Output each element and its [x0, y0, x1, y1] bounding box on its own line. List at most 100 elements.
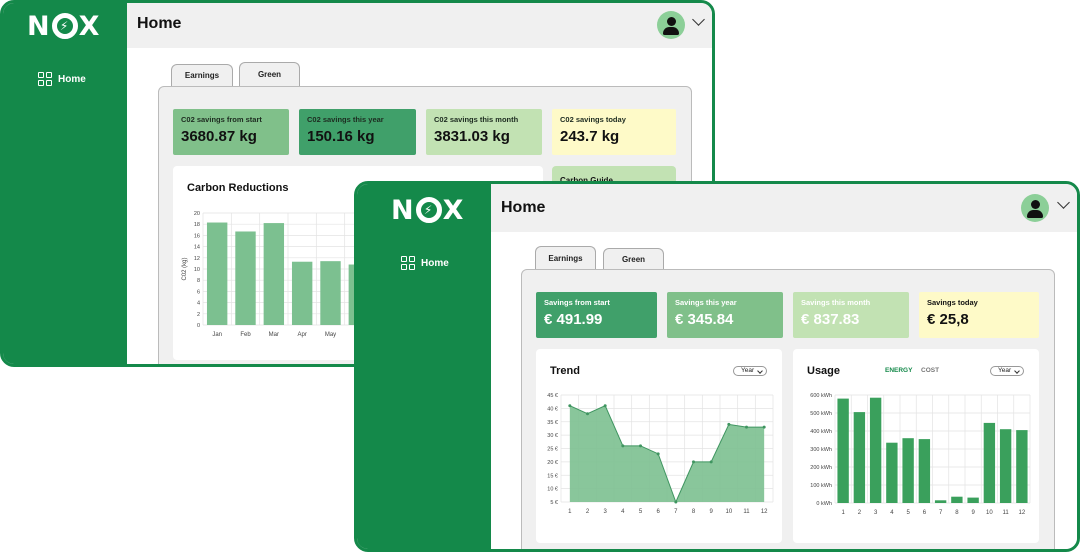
x-tick-label: 6: [923, 510, 927, 516]
main-content: Earnings Green Savings from start € 491.…: [491, 232, 1077, 549]
x-tick-label: 5: [639, 509, 643, 515]
trend-card: Trend Year 5 €10 €15 €20 €25 €30 €35 €40…: [536, 349, 782, 543]
stat-label: Savings from start: [544, 298, 610, 307]
x-tick-label: 8: [955, 510, 959, 516]
front-app-window: N ⚡ X Home Home Earnings Green Savings fro…: [354, 181, 1080, 552]
usage-card: Usage ENERGY COST Year 0 kWh 100 kWh 200 k…: [793, 349, 1039, 543]
bar: [886, 442, 898, 503]
x-tick-label: 3: [874, 510, 878, 516]
x-tick-label: 12: [761, 509, 768, 515]
y-tick-label: 45 €: [547, 393, 558, 399]
stat-label: C02 savings this month: [434, 115, 519, 124]
x-tick-label: 3: [603, 509, 607, 515]
x-tick-label: Jan: [212, 332, 222, 338]
y-tick-label: 25 €: [547, 447, 558, 453]
header-bar: Home: [491, 184, 1077, 232]
y-tick-label: 20 €: [547, 460, 558, 466]
y-tick-label: 100 kWh: [810, 483, 832, 489]
stat-value: € 837.83: [801, 311, 860, 328]
y-tick-label: 8: [197, 278, 200, 284]
sidebar: N ⚡ X Home: [357, 184, 491, 549]
stat-value: € 25,8: [927, 311, 969, 328]
x-tick-label: Mar: [269, 332, 279, 338]
user-icon[interactable]: [657, 11, 685, 39]
header-bar: Home: [127, 3, 712, 48]
logo-text: N: [391, 195, 415, 226]
y-tick-label: 35 €: [547, 420, 558, 426]
stat-card-this-year: C02 savings this year 150.16 kg: [299, 109, 416, 155]
y-tick-label: 5 €: [550, 500, 558, 506]
bar: [853, 412, 866, 503]
stat-label: C02 savings today: [560, 115, 626, 124]
x-tick-label: 12: [1019, 510, 1026, 516]
sidebar-item-label: Home: [421, 257, 449, 269]
stat-card-this-year: Savings this year € 345.84: [667, 292, 783, 338]
y-tick-label: 300 kWh: [810, 447, 832, 453]
y-tick-label: 20: [194, 211, 200, 217]
y-tick-label: 2: [197, 312, 200, 318]
trend-chart: 5 €10 €15 €20 €25 €30 €35 €40 €45 €1 2 3 4 5…: [547, 393, 774, 515]
x-tick-label: 8: [692, 509, 696, 515]
user-icon[interactable]: [1021, 194, 1049, 222]
data-point: [745, 425, 748, 429]
stat-value: 3680.87 kg: [181, 128, 257, 145]
bar: [320, 261, 341, 325]
x-tick-label: 7: [674, 509, 678, 515]
data-point: [621, 444, 625, 448]
x-tick-label: Apr: [297, 332, 306, 338]
stat-value: 150.16 kg: [307, 128, 375, 145]
x-tick-label: 5: [906, 510, 910, 516]
y-tick-label: 12: [194, 256, 200, 262]
bar: [934, 500, 947, 503]
logo-bolt-icon: ⚡: [51, 12, 78, 39]
x-tick-label: 10: [986, 510, 993, 516]
data-point: [709, 460, 713, 464]
y-tick-label: 30 €: [547, 433, 558, 439]
logo-text-x: X: [442, 195, 465, 226]
nox-logo[interactable]: N ⚡ X: [27, 11, 100, 42]
bar: [967, 497, 979, 503]
stat-card-today: C02 savings today 243.7 kg: [552, 109, 676, 155]
grid-icon: [38, 72, 52, 86]
x-tick-label: 11: [743, 509, 750, 515]
page-title: Home: [501, 199, 546, 216]
data-point: [639, 444, 642, 448]
y-tick-label: 0: [197, 323, 200, 329]
bar: [837, 398, 849, 503]
chevron-down-icon[interactable]: [692, 13, 705, 26]
x-tick-label: 4: [890, 510, 894, 516]
y-tick-label: 6: [197, 289, 200, 295]
x-tick-label: 6: [656, 509, 660, 515]
sidebar-item-label: Home: [58, 73, 86, 85]
chevron-down-icon[interactable]: [1057, 196, 1070, 209]
stat-card-from-start: C02 savings from start 3680.87 kg: [173, 109, 289, 155]
nox-logo[interactable]: N ⚡ X: [391, 195, 464, 226]
bar: [291, 261, 313, 325]
y-tick-label: 4: [197, 301, 200, 307]
data-point: [762, 425, 766, 429]
y-tick-label: 600 kWh: [810, 393, 832, 399]
x-tick-label: 9: [971, 510, 975, 516]
data-point: [674, 500, 678, 504]
data-point: [692, 460, 695, 464]
y-tick-label: 18: [194, 222, 200, 228]
y-tick-label: 14: [194, 245, 200, 251]
earnings-panel: Savings from start € 491.99 Savings this…: [521, 269, 1055, 549]
tab-earnings[interactable]: Earnings: [535, 246, 596, 270]
tab-green[interactable]: Green: [603, 248, 664, 270]
bar: [206, 222, 228, 325]
tab-earnings[interactable]: Earnings: [171, 64, 233, 86]
logo-bolt-icon: ⚡: [415, 196, 442, 223]
sidebar-item-home[interactable]: Home: [401, 256, 449, 270]
bar: [235, 231, 256, 325]
data-point: [656, 452, 660, 456]
stat-label: C02 savings this year: [307, 115, 384, 124]
x-tick-label: 1: [841, 510, 845, 516]
x-tick-label: 1: [568, 509, 572, 515]
bar: [263, 223, 285, 325]
sidebar-item-home[interactable]: Home: [38, 72, 86, 86]
stat-value: 3831.03 kg: [434, 128, 510, 145]
tab-green[interactable]: Green: [239, 62, 300, 86]
y-axis-label: C02 (kg): [182, 257, 188, 280]
y-tick-label: 0 kWh: [816, 501, 832, 507]
